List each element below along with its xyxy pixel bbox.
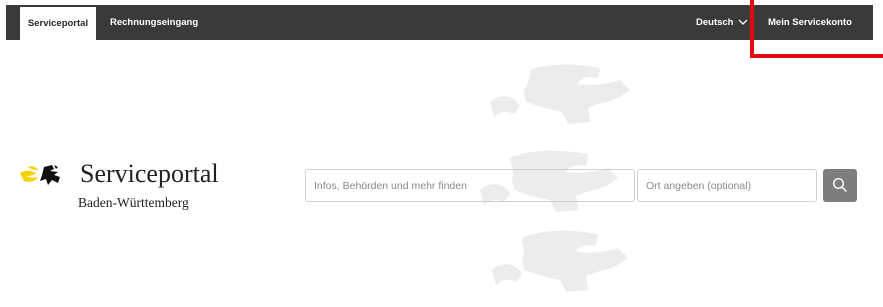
- tab-serviceportal[interactable]: Serviceportal: [20, 7, 96, 40]
- search-button[interactable]: [823, 169, 857, 202]
- highlight-bottom-edge: [750, 54, 883, 58]
- language-label: Deutsch: [696, 17, 734, 28]
- search-input[interactable]: [305, 169, 635, 202]
- logo-title: Serviceportal: [80, 159, 219, 188]
- top-navigation-bar: Serviceportal Rechnungseingang Deutsch M…: [6, 5, 873, 40]
- logo-subtitle: Baden-Württemberg: [78, 195, 189, 210]
- search-icon: [832, 177, 848, 193]
- my-service-account-link[interactable]: Mein Servicekonto: [768, 5, 852, 40]
- highlight-left-edge: [750, 0, 754, 58]
- tab-rechnungseingang[interactable]: Rechnungseingang: [110, 5, 198, 40]
- baden-wuerttemberg-emblem-icon: [20, 165, 60, 185]
- language-selector[interactable]: Deutsch: [696, 5, 748, 40]
- location-input[interactable]: [637, 169, 817, 202]
- chevron-down-icon: [738, 19, 748, 25]
